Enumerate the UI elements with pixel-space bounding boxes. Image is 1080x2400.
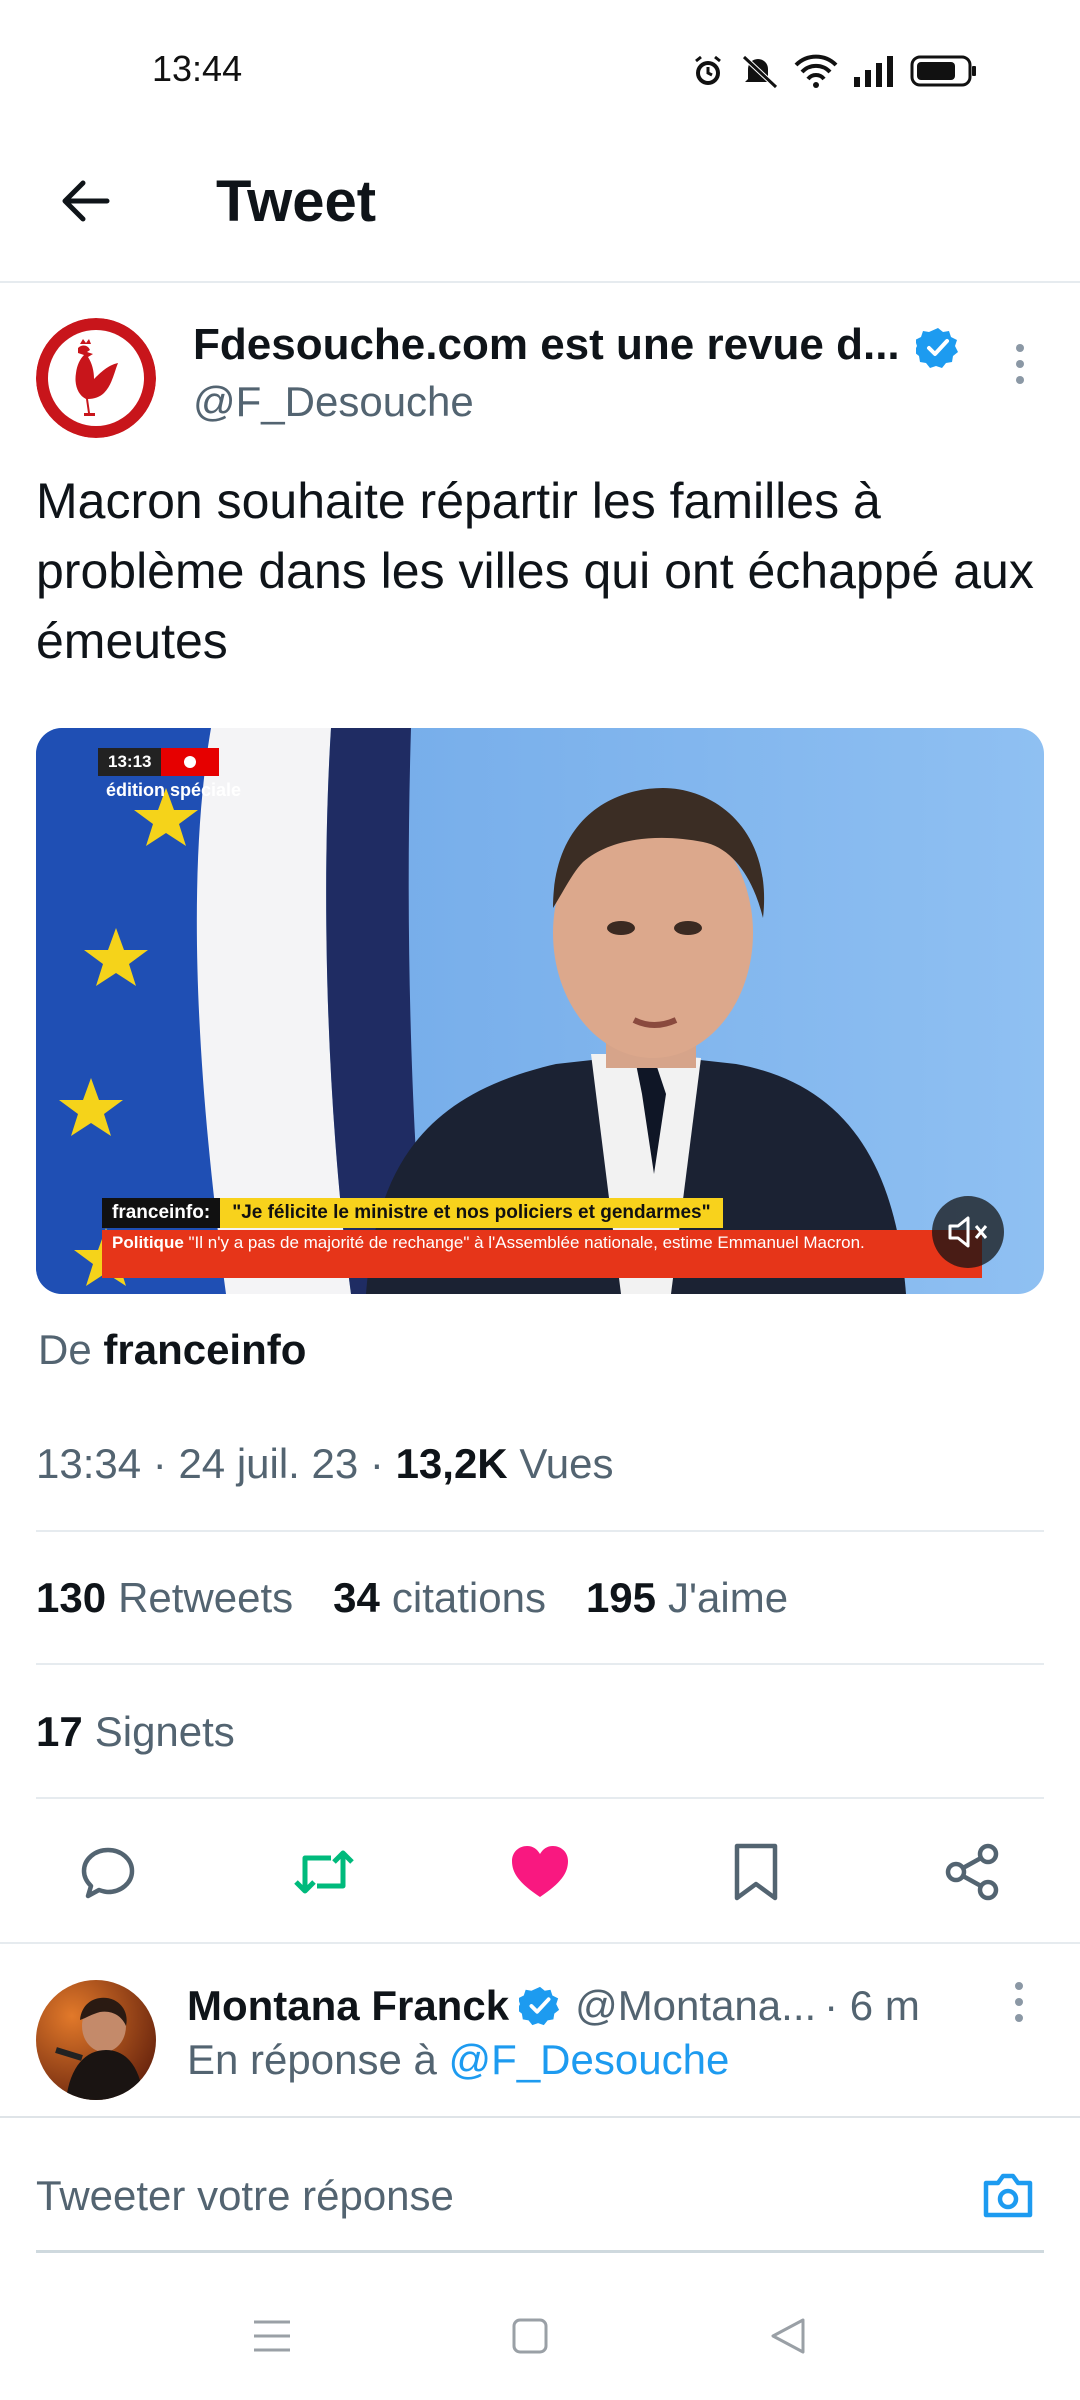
quotes-stat[interactable]: 34 citations [333, 1574, 546, 1622]
back-button[interactable] [50, 166, 120, 236]
square-icon [512, 2318, 548, 2354]
header-divider [0, 281, 1080, 283]
reply-author-handle[interactable]: @Montana... [575, 1982, 816, 2030]
replying-prefix: En réponse à [187, 2036, 437, 2083]
composer-underline [36, 2250, 1044, 2253]
bookmark-button[interactable] [720, 1836, 792, 1908]
retweets-label: Retweets [118, 1574, 294, 1621]
source-prefix: De [38, 1326, 92, 1373]
more-options-button[interactable] [1000, 340, 1040, 388]
divider [36, 1663, 1044, 1665]
quotes-label: citations [391, 1574, 546, 1621]
bookmarks-label: Signets [94, 1708, 235, 1755]
camera-icon [983, 2173, 1033, 2218]
video-source[interactable]: De franceinfo [38, 1326, 306, 1374]
quotes-count: 34 [333, 1574, 380, 1621]
bookmark-icon [734, 1843, 778, 1901]
likes-label: J'aime [668, 1574, 789, 1621]
replying-to-link[interactable]: @F_Desouche [449, 2036, 730, 2083]
ticker-body: "Il n'y a pas de majorité de rechange" à… [188, 1233, 865, 1252]
tweet-time: 13:34 [36, 1440, 142, 1487]
triangle-back-icon [771, 2318, 805, 2354]
share-button[interactable] [936, 1836, 1008, 1908]
news-ticker-quote: franceinfo: "Je félicite le ministre et … [102, 1198, 723, 1228]
verified-badge-icon [519, 1986, 560, 2026]
share-icon [945, 1843, 999, 1901]
alarm-icon [695, 55, 721, 85]
camera-button[interactable] [976, 2164, 1040, 2228]
views-count: 13,2K [395, 1440, 508, 1487]
ticker-category: Politique [112, 1233, 184, 1252]
news-ticker-text: Politique "Il n'y a pas de majorité de r… [102, 1230, 982, 1278]
wifi-icon [794, 54, 838, 88]
reply-author-name[interactable]: Montana Franck [187, 1982, 509, 2030]
menu-icon [254, 2320, 290, 2352]
battery-icon [910, 55, 976, 87]
source-name[interactable]: franceinfo [103, 1326, 306, 1373]
bookmarks-count: 17 [36, 1708, 83, 1755]
retweet-button[interactable] [288, 1836, 360, 1908]
rooster-logo-icon [36, 318, 156, 438]
arrow-left-icon [62, 180, 110, 222]
divider [36, 1797, 1044, 1799]
tweet-stats: 130 Retweets 34 citations 195 J'aime [36, 1574, 788, 1622]
nav-menu-button[interactable] [240, 2304, 304, 2368]
reply-avatar[interactable] [36, 1980, 156, 2100]
retweet-icon [294, 1850, 354, 1894]
bookmarks-stat[interactable]: 17 Signets [36, 1708, 235, 1756]
reply-avatar-image [36, 1980, 156, 2100]
likes-stat[interactable]: 195 J'aime [586, 1574, 788, 1622]
retweets-count: 130 [36, 1574, 107, 1621]
ticker-source: franceinfo: [102, 1198, 221, 1228]
like-button[interactable] [504, 1836, 576, 1908]
reply-header: Montana Franck @Montana... · 6 m [187, 1976, 920, 2036]
verified-badge-icon [914, 326, 960, 370]
status-icons [690, 48, 978, 94]
mute-icon [742, 55, 778, 89]
views-label: Vues [519, 1440, 614, 1487]
replying-to: En réponse à @F_Desouche [187, 2036, 729, 2084]
reply-more-options-button[interactable] [1004, 1978, 1034, 2026]
author-avatar[interactable] [36, 318, 156, 438]
reply-time: · 6 m [824, 1982, 920, 2029]
more-vertical-icon [1016, 344, 1024, 384]
more-vertical-icon [1015, 1982, 1023, 2022]
reply-input[interactable] [36, 2166, 936, 2226]
author-name[interactable]: Fdesouche.com est une revue d... [193, 320, 900, 370]
tweet-text: Macron souhaite répartir les familles à … [36, 473, 1034, 669]
retweets-stat[interactable]: 130 Retweets [36, 1574, 293, 1622]
status-time: 13:44 [152, 48, 243, 89]
signal-icon [854, 56, 893, 87]
unmute-button[interactable] [932, 1196, 1004, 1268]
nav-back-button[interactable] [756, 2304, 820, 2368]
likes-count: 195 [585, 1574, 657, 1621]
ticker-quote: "Je félicite le ministre et nos policier… [220, 1198, 723, 1228]
author-handle[interactable]: @F_Desouche [193, 378, 474, 426]
live-badge: 13:13 [98, 748, 220, 776]
edition-label: édition spéciale [106, 780, 242, 800]
live-dot-icon [161, 748, 220, 776]
heart-filled-icon [512, 1846, 568, 1897]
live-time: 13:13 [98, 748, 162, 776]
speaker-muted-icon [948, 1216, 988, 1248]
comment-icon [81, 1847, 135, 1899]
page-title: Tweet [216, 169, 377, 234]
reply-button[interactable] [72, 1836, 144, 1908]
tweet-date: 24 juil. 23 [178, 1440, 359, 1487]
thread-divider [0, 1942, 1080, 1944]
divider [36, 1530, 1044, 1532]
tweet-meta: 13:34 · 24 juil. 23 · 13,2K Vues [36, 1440, 614, 1487]
nav-home-button[interactable] [498, 2304, 562, 2368]
